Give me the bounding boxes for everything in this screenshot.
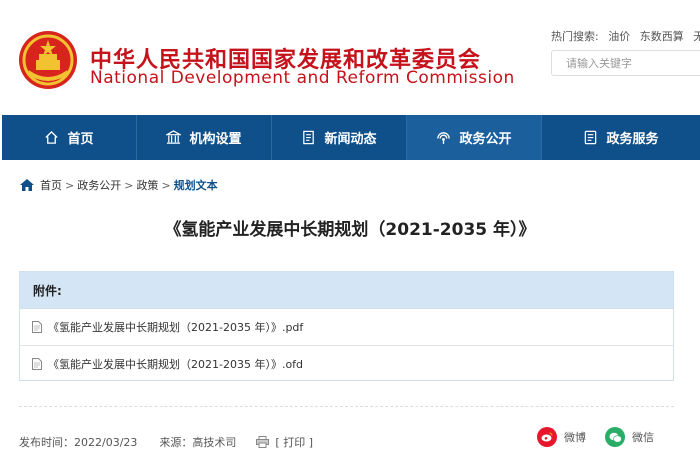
attachments-header: 附件: — [20, 272, 673, 309]
page-title: 《氢能产业发展中长期规划（2021-2035 年）》 — [164, 220, 536, 240]
hot-search: 热门搜索: 油价 东数西算 无 — [551, 28, 700, 44]
building-icon — [166, 130, 182, 144]
nav-item-label: 政务公开 — [459, 132, 512, 147]
nav-item-news[interactable]: 新闻动态 — [272, 115, 407, 160]
service-icon — [585, 130, 597, 145]
document-icon — [32, 321, 42, 333]
breadcrumb-current[interactable]: 规划文本 — [174, 177, 218, 193]
nav-item-label: 机构设置 — [189, 132, 242, 147]
weibo-icon — [537, 427, 557, 447]
main-nav: 首页 机构设置 新闻动态 政务公开 政务服务 — [2, 115, 700, 160]
national-emblem-icon[interactable] — [18, 30, 78, 90]
nav-item-government-affairs[interactable]: 政务公开 — [407, 115, 542, 160]
breadcrumb-home[interactable]: 首页 — [40, 177, 62, 193]
source: 来源：高技术司 — [159, 436, 237, 449]
breadcrumb-separator: > — [124, 178, 134, 192]
share-weibo-button[interactable]: 微博 — [537, 427, 586, 447]
breadcrumb-policy[interactable]: 政策 — [136, 177, 158, 193]
wechat-icon — [605, 427, 625, 447]
wechat-label: 微信 — [632, 431, 654, 444]
share-wechat-button[interactable]: 微信 — [605, 427, 654, 447]
publish-date: 发布时间：2022/03/23 — [19, 436, 138, 449]
article-meta: 发布时间：2022/03/23 来源：高技术司 [ 打印 ] — [19, 434, 313, 450]
nav-item-label: 政务服务 — [606, 132, 659, 147]
nav-item-services[interactable]: 政务服务 — [542, 115, 700, 160]
divider — [19, 406, 674, 407]
hot-keyword-east-data[interactable]: 东数西算 — [640, 30, 684, 43]
nav-item-organization[interactable]: 机构设置 — [137, 115, 272, 160]
breadcrumb: 首页 > 政务公开 > 政策 > 规划文本 — [20, 177, 218, 193]
printer-icon — [256, 436, 270, 448]
home-icon — [45, 130, 59, 144]
site-header: 中华人民共和国国家发展和改革委员会 National Development a… — [0, 0, 700, 115]
weibo-label: 微博 — [564, 431, 586, 444]
hot-keyword-oil[interactable]: 油价 — [608, 30, 630, 43]
breadcrumb-separator: > — [65, 178, 75, 192]
broadcast-icon — [437, 132, 451, 145]
nav-item-label: 首页 — [67, 132, 94, 147]
breadcrumb-government-affairs[interactable]: 政务公开 — [77, 177, 121, 193]
home-icon[interactable] — [20, 179, 34, 191]
breadcrumb-separator: > — [161, 178, 171, 192]
attachment-link-ofd[interactable]: 《氢能产业发展中长期规划（2021-2035 年）》.ofd — [20, 346, 673, 382]
attachment-link-pdf[interactable]: 《氢能产业发展中长期规划（2021-2035 年）》.pdf — [20, 309, 673, 346]
document-icon — [32, 358, 42, 370]
nav-item-label: 新闻动态 — [324, 132, 377, 147]
attachment-filename: 《氢能产业发展中长期规划（2021-2035 年）》.pdf — [48, 321, 304, 334]
nav-item-home[interactable]: 首页 — [2, 115, 137, 160]
search-input[interactable] — [551, 50, 700, 76]
hot-search-label: 热门搜索: — [551, 30, 599, 43]
print-button[interactable]: [ 打印 ] — [256, 434, 313, 450]
print-label: [ 打印 ] — [275, 436, 313, 449]
site-name-en[interactable]: National Development and Reform Commissi… — [90, 68, 515, 88]
attachments-panel: 附件: 《氢能产业发展中长期规划（2021-2035 年）》.pdf 《氢能产业… — [19, 271, 674, 381]
newspaper-icon — [303, 130, 315, 145]
attachment-filename: 《氢能产业发展中长期规划（2021-2035 年）》.ofd — [48, 358, 304, 371]
hot-keyword-third[interactable]: 无 — [693, 30, 700, 43]
